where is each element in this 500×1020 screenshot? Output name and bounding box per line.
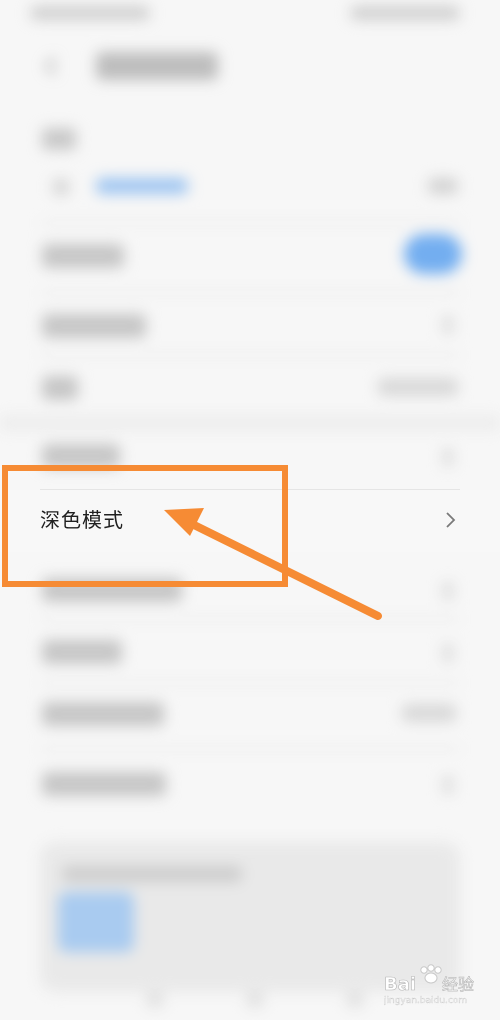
settings-row-value xyxy=(402,704,456,722)
divider xyxy=(40,682,460,684)
nav-dot xyxy=(146,992,164,1008)
divider xyxy=(40,292,460,294)
settings-row-label xyxy=(42,772,166,796)
promo-card-text xyxy=(62,866,242,882)
toggle-switch[interactable] xyxy=(404,234,462,274)
divider xyxy=(40,748,460,750)
brightness-icon xyxy=(52,178,70,196)
chevron-right-icon xyxy=(442,776,454,794)
brightness-icon-right xyxy=(428,178,458,194)
settings-row-label xyxy=(42,244,124,268)
settings-row-label xyxy=(42,702,164,726)
nav-dot xyxy=(346,992,364,1008)
watermark-site: jingyan.baidu.com xyxy=(384,996,467,1006)
settings-screen: 深色模式 Bai 经验 jingyan.baidu.com xyxy=(0,0,500,1020)
svg-text:Bai: Bai xyxy=(384,974,416,995)
divider xyxy=(40,354,460,356)
status-bar-right xyxy=(350,6,460,20)
chevron-right-icon xyxy=(442,316,454,334)
page-title xyxy=(96,52,218,80)
status-bar-left xyxy=(30,6,150,20)
chevron-right-icon xyxy=(442,582,454,600)
settings-row-label xyxy=(42,640,122,664)
section-separator xyxy=(0,416,500,430)
settings-row-value xyxy=(378,378,458,396)
group-label xyxy=(42,128,76,150)
chevron-right-icon xyxy=(440,510,460,530)
settings-row-label xyxy=(42,376,78,400)
svg-text:经验: 经验 xyxy=(442,975,474,994)
back-arrow-icon[interactable] xyxy=(40,54,64,78)
chevron-right-icon xyxy=(442,644,454,662)
divider xyxy=(40,618,460,620)
nav-dot xyxy=(246,992,264,1008)
divider xyxy=(40,222,460,224)
brightness-slider[interactable] xyxy=(96,178,188,194)
annotation-highlight-box xyxy=(2,465,288,587)
baidu-jingyan-watermark: Bai 经验 jingyan.baidu.com xyxy=(383,962,494,1006)
promo-card-image xyxy=(58,892,134,952)
settings-row-label xyxy=(42,314,146,338)
chevron-right-icon xyxy=(442,448,454,466)
